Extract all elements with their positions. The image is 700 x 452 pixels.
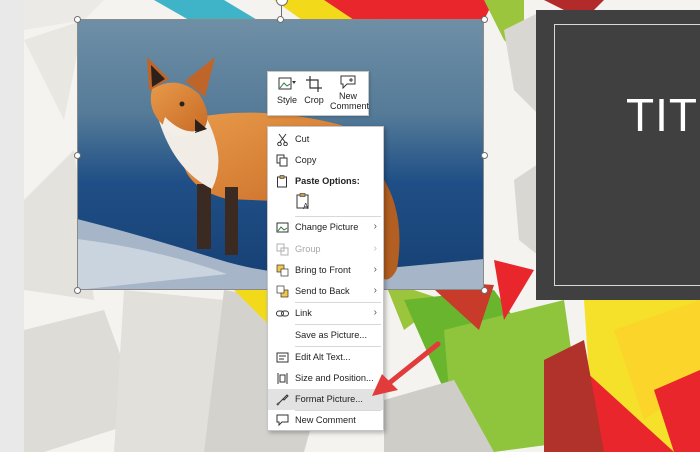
copy-icon	[276, 154, 288, 167]
scissors-icon	[277, 133, 288, 146]
submenu-arrow-icon: ›	[373, 307, 377, 318]
menu-item-paste-options: Paste Options:	[268, 171, 383, 192]
picture-style-icon	[278, 77, 296, 90]
menu-item-group-label: Group	[295, 244, 321, 254]
title-placeholder-text[interactable]: TITL	[626, 88, 700, 142]
new-comment-label-line2: Comment	[330, 101, 370, 111]
resize-handle-top[interactable]	[277, 16, 284, 23]
paste-keep-source-button[interactable]: A	[295, 193, 313, 211]
menu-item-send-to-back-label: Send to Back	[295, 286, 350, 296]
resize-handle-top-left[interactable]	[74, 16, 81, 23]
resize-handle-bottom-right[interactable]	[481, 287, 488, 294]
mini-toolbar: Style Crop New Comment	[267, 71, 369, 116]
submenu-arrow-icon: ›	[373, 264, 377, 275]
menu-item-edit-alt-text-label: Edit Alt Text...	[295, 352, 351, 362]
menu-item-bring-to-front-label: Bring to Front	[295, 265, 351, 275]
bring-to-front-icon	[276, 264, 289, 277]
send-to-back-icon	[276, 285, 289, 298]
submenu-arrow-icon: ›	[373, 221, 377, 232]
new-comment-label-line1: New	[338, 91, 357, 101]
menu-item-copy-label: Copy	[295, 155, 317, 165]
menu-item-link[interactable]: Link ›	[268, 303, 383, 324]
group-icon	[276, 243, 289, 256]
annotation-arrow	[372, 341, 441, 396]
crop-button[interactable]: Crop	[302, 75, 326, 114]
crop-button-label: Crop	[304, 95, 324, 105]
style-button[interactable]: Style	[274, 75, 300, 114]
style-button-label: Style	[276, 95, 297, 105]
comment-icon	[276, 414, 289, 427]
title-placeholder-border	[554, 24, 700, 286]
submenu-arrow-icon: ›	[373, 285, 377, 296]
resize-handle-left[interactable]	[74, 152, 81, 159]
menu-item-bring-to-front[interactable]: Bring to Front ›	[268, 260, 383, 281]
menu-item-copy[interactable]: Copy	[268, 150, 383, 171]
menu-item-new-comment-label: New Comment	[295, 415, 356, 425]
svg-text:A: A	[303, 202, 309, 211]
paste-picture-icon: A	[296, 193, 309, 211]
size-position-icon	[277, 373, 288, 384]
title-placeholder-box[interactable]: TITL	[536, 10, 700, 300]
crop-icon	[306, 76, 322, 92]
menu-item-format-picture-label: Format Picture...	[295, 394, 363, 404]
format-picture-icon	[276, 394, 289, 406]
menu-item-group[interactable]: Group ›	[268, 239, 383, 260]
menu-item-save-as-picture-label: Save as Picture...	[295, 330, 368, 340]
alt-text-icon	[276, 352, 289, 363]
resize-handle-top-right[interactable]	[481, 16, 488, 23]
menu-item-new-comment[interactable]: New Comment	[268, 410, 383, 431]
submenu-arrow-icon: ›	[373, 243, 377, 254]
menu-item-paste-options-label: Paste Options:	[295, 176, 360, 186]
new-comment-toolbar-button[interactable]: New Comment	[330, 75, 370, 114]
menu-item-cut[interactable]: Cut	[268, 129, 383, 150]
change-picture-icon	[276, 222, 289, 233]
menu-item-link-label: Link	[295, 308, 312, 318]
menu-item-change-picture[interactable]: Change Picture ›	[268, 217, 383, 238]
menu-item-cut-label: Cut	[295, 134, 310, 144]
resize-handle-right[interactable]	[481, 152, 488, 159]
new-comment-icon	[340, 75, 356, 89]
link-icon	[276, 310, 289, 317]
clipboard-icon	[277, 175, 287, 188]
resize-handle-bottom-left[interactable]	[74, 287, 81, 294]
menu-item-change-picture-label: Change Picture	[295, 222, 359, 232]
menu-item-send-to-back[interactable]: Send to Back ›	[268, 281, 383, 302]
